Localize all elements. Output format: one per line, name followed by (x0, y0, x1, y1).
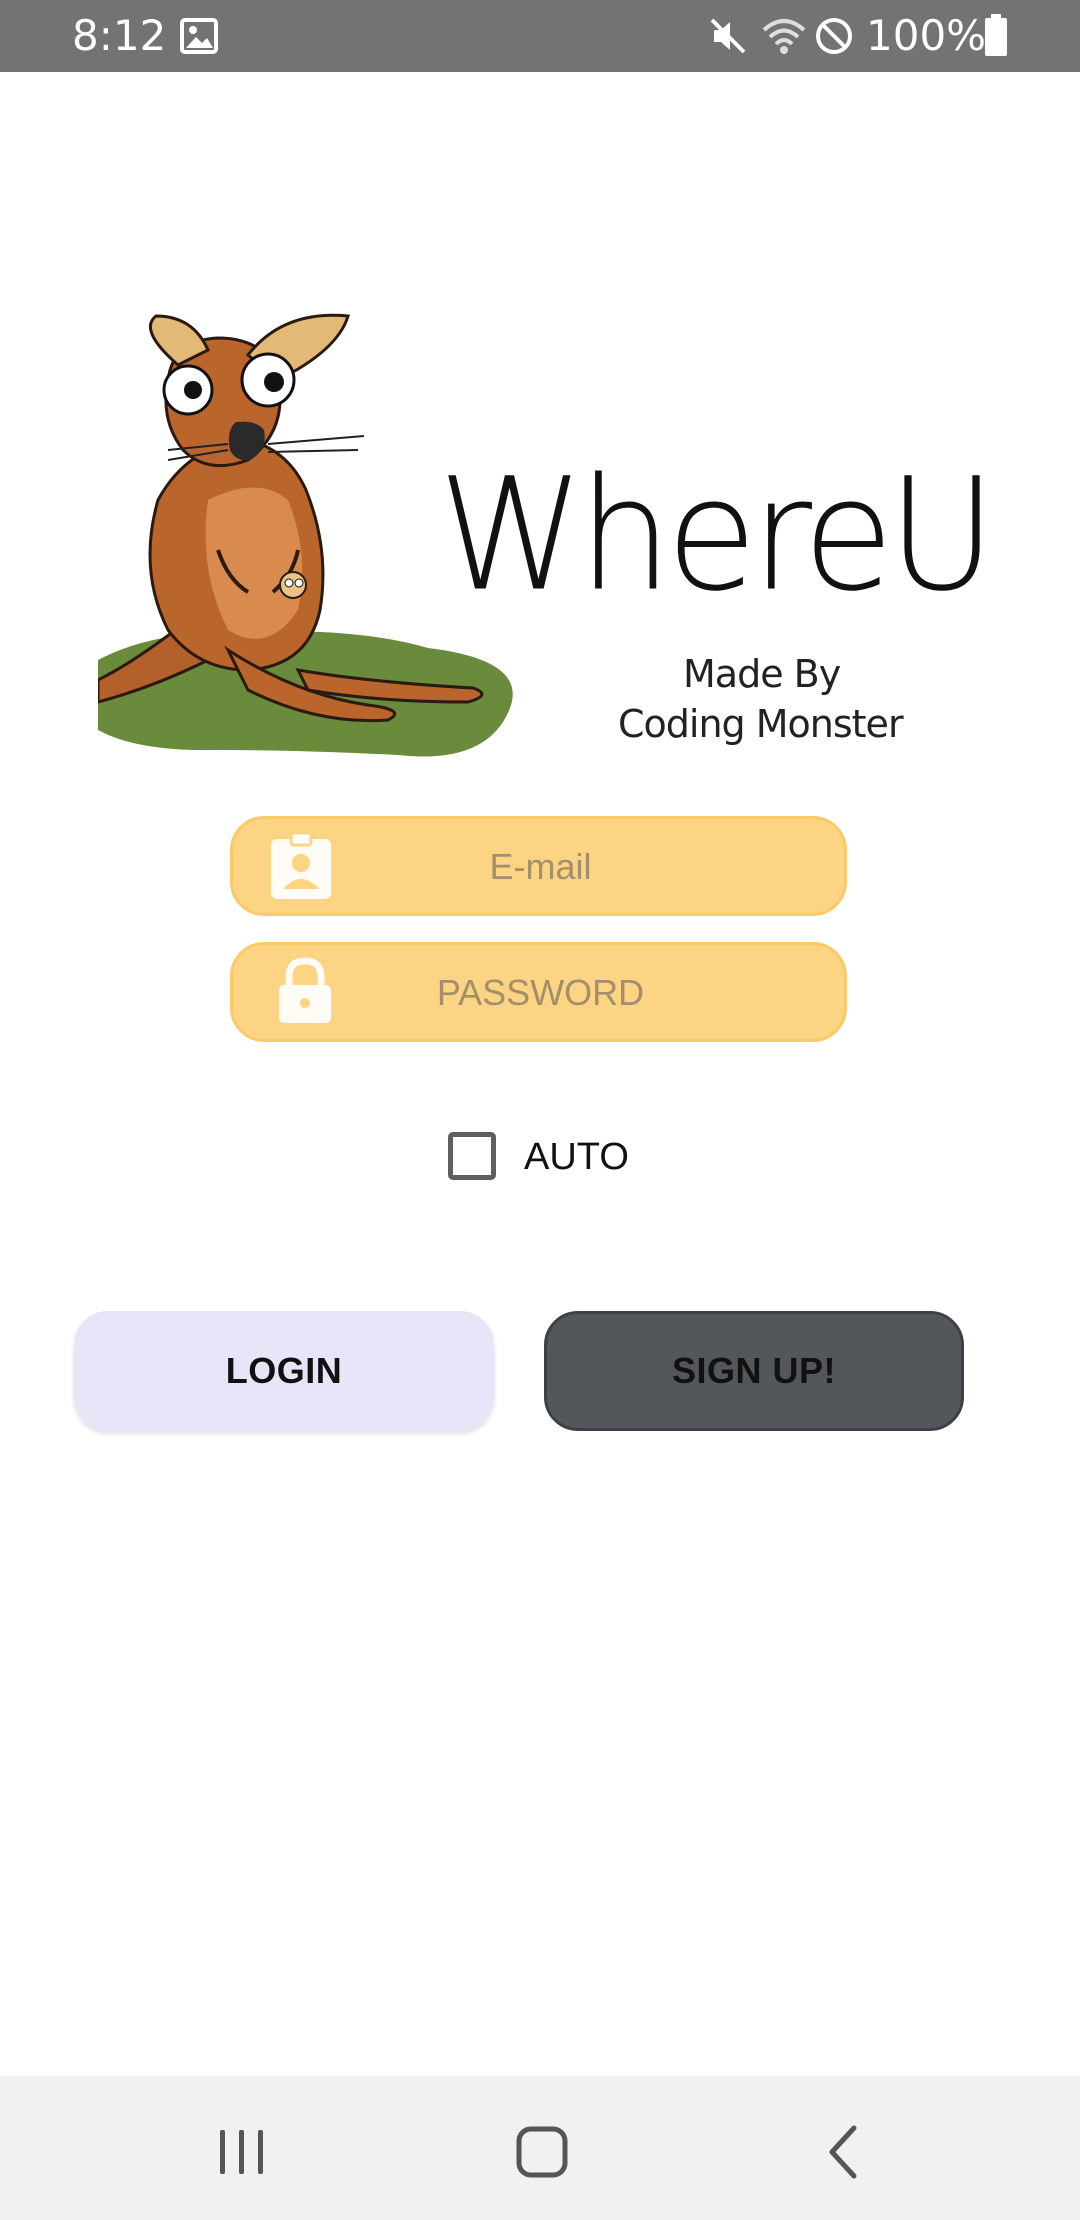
no-sim-icon (816, 18, 852, 54)
home-icon[interactable] (502, 2112, 582, 2192)
status-bar: 8:12 100% (0, 0, 1080, 72)
recents-icon[interactable] (202, 2112, 282, 2192)
email-field[interactable] (230, 816, 848, 916)
email-input[interactable] (233, 819, 848, 915)
password-input[interactable] (233, 945, 848, 1041)
app-logo: WhereU Made By Coding Monster (98, 310, 996, 760)
battery-percent: 100% (866, 11, 987, 60)
signup-button[interactable]: SIGN UP! (544, 1311, 964, 1431)
logo-title: WhereU (438, 444, 996, 626)
password-field[interactable] (230, 942, 848, 1042)
logo-subtitle-line1: Made By (683, 652, 841, 696)
back-icon[interactable] (806, 2112, 886, 2192)
wifi-icon (762, 19, 806, 54)
logo-subtitle-line2: Coding Monster (618, 702, 904, 746)
image-icon (180, 18, 218, 54)
mute-icon (710, 18, 746, 54)
auto-login-label: AUTO (524, 1136, 629, 1178)
login-button[interactable]: LOGIN (74, 1311, 494, 1431)
system-nav-bar (0, 2076, 1080, 2220)
battery-icon (985, 14, 1007, 56)
auto-login-checkbox[interactable] (448, 1132, 496, 1180)
status-time: 8:12 (72, 11, 167, 60)
